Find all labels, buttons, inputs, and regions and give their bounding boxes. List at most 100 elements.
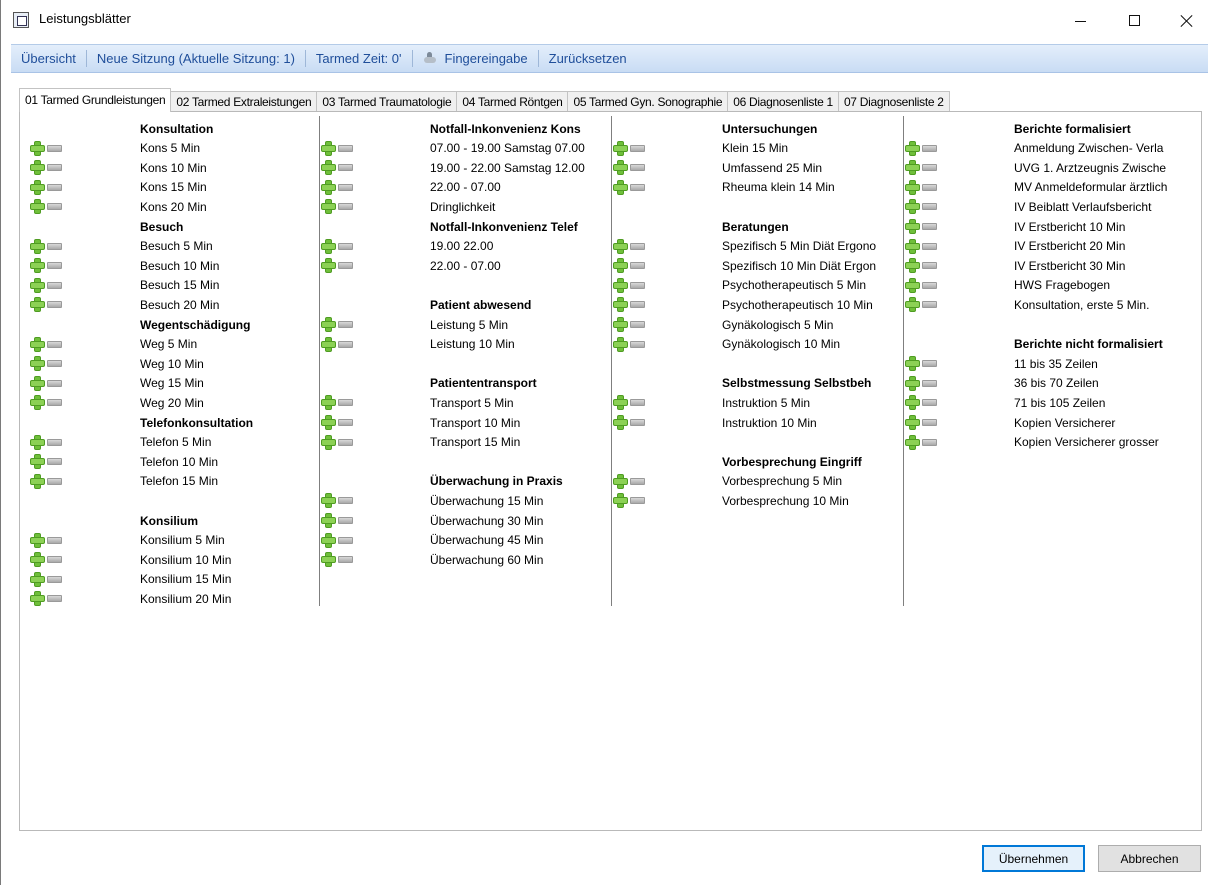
remove-minus-icon[interactable] [47, 458, 62, 466]
remove-minus-icon[interactable] [338, 144, 353, 152]
add-plus-icon[interactable] [30, 376, 45, 391]
remove-minus-icon[interactable] [922, 164, 937, 172]
remove-minus-icon[interactable] [47, 360, 62, 368]
remove-minus-icon[interactable] [630, 164, 645, 172]
add-plus-icon[interactable] [30, 552, 45, 567]
add-plus-icon[interactable] [613, 337, 628, 352]
add-plus-icon[interactable] [905, 258, 920, 273]
add-plus-icon[interactable] [905, 376, 920, 391]
remove-minus-icon[interactable] [338, 242, 353, 250]
remove-minus-icon[interactable] [922, 223, 937, 230]
add-plus-icon[interactable] [30, 180, 45, 195]
remove-minus-icon[interactable] [338, 262, 353, 270]
add-plus-icon[interactable] [30, 141, 45, 156]
remove-minus-icon[interactable] [630, 399, 645, 407]
add-plus-icon[interactable] [321, 180, 336, 195]
add-plus-icon[interactable] [613, 317, 628, 332]
remove-minus-icon[interactable] [47, 477, 62, 485]
remove-minus-icon[interactable] [47, 242, 62, 250]
add-plus-icon[interactable] [321, 415, 336, 430]
add-plus-icon[interactable] [905, 278, 920, 293]
remove-minus-icon[interactable] [922, 438, 937, 446]
add-plus-icon[interactable] [905, 435, 920, 450]
add-plus-icon[interactable] [321, 258, 336, 273]
remove-minus-icon[interactable] [630, 301, 645, 309]
add-plus-icon[interactable] [905, 160, 920, 175]
remove-minus-icon[interactable] [47, 379, 62, 387]
add-plus-icon[interactable] [613, 258, 628, 273]
remove-minus-icon[interactable] [47, 438, 62, 446]
remove-minus-icon[interactable] [630, 144, 645, 152]
remove-minus-icon[interactable] [338, 536, 353, 544]
remove-minus-icon[interactable] [47, 536, 62, 544]
add-plus-icon[interactable] [905, 239, 920, 254]
add-plus-icon[interactable] [30, 591, 45, 606]
remove-minus-icon[interactable] [47, 164, 62, 172]
remove-minus-icon[interactable] [47, 301, 62, 309]
remove-minus-icon[interactable] [922, 203, 937, 211]
remove-minus-icon[interactable] [338, 556, 353, 564]
tab-4[interactable]: 04 Tarmed Röntgen [456, 91, 569, 112]
remove-minus-icon[interactable] [47, 575, 62, 583]
maximize-button[interactable] [1111, 0, 1157, 40]
remove-minus-icon[interactable] [630, 242, 645, 250]
add-plus-icon[interactable] [30, 395, 45, 410]
remove-minus-icon[interactable] [630, 477, 645, 485]
add-plus-icon[interactable] [30, 454, 45, 469]
remove-minus-icon[interactable] [922, 399, 937, 407]
close-button[interactable] [1163, 0, 1208, 40]
remove-minus-icon[interactable] [47, 399, 62, 407]
add-plus-icon[interactable] [905, 297, 920, 312]
reset-link[interactable]: Zurücksetzen [539, 51, 637, 66]
add-plus-icon[interactable] [905, 141, 920, 156]
add-plus-icon[interactable] [30, 435, 45, 450]
add-plus-icon[interactable] [30, 533, 45, 548]
add-plus-icon[interactable] [321, 141, 336, 156]
remove-minus-icon[interactable] [630, 497, 645, 505]
tab-6[interactable]: 06 Diagnosenliste 1 [727, 91, 839, 112]
remove-minus-icon[interactable] [47, 262, 62, 270]
remove-minus-icon[interactable] [47, 340, 62, 348]
add-plus-icon[interactable] [321, 493, 336, 508]
remove-minus-icon[interactable] [922, 262, 937, 270]
remove-minus-icon[interactable] [338, 438, 353, 446]
remove-minus-icon[interactable] [922, 281, 937, 289]
tab-1[interactable]: 01 Tarmed Grundleistungen [19, 88, 172, 112]
add-plus-icon[interactable] [905, 199, 920, 214]
add-plus-icon[interactable] [905, 219, 920, 234]
cancel-button[interactable]: Abbrechen [1098, 845, 1201, 872]
remove-minus-icon[interactable] [630, 281, 645, 289]
remove-minus-icon[interactable] [338, 340, 353, 348]
add-plus-icon[interactable] [613, 297, 628, 312]
overview-link[interactable]: Übersicht [11, 51, 86, 66]
add-plus-icon[interactable] [321, 239, 336, 254]
add-plus-icon[interactable] [30, 278, 45, 293]
remove-minus-icon[interactable] [47, 556, 62, 564]
remove-minus-icon[interactable] [338, 497, 353, 505]
remove-minus-icon[interactable] [922, 144, 937, 152]
add-plus-icon[interactable] [30, 297, 45, 312]
remove-minus-icon[interactable] [338, 399, 353, 407]
add-plus-icon[interactable] [30, 258, 45, 273]
add-plus-icon[interactable] [905, 415, 920, 430]
add-plus-icon[interactable] [613, 415, 628, 430]
tab-3[interactable]: 03 Tarmed Traumatologie [316, 91, 458, 112]
add-plus-icon[interactable] [30, 199, 45, 214]
minimize-button[interactable] [1057, 0, 1103, 40]
add-plus-icon[interactable] [321, 533, 336, 548]
add-plus-icon[interactable] [613, 239, 628, 254]
add-plus-icon[interactable] [321, 513, 336, 528]
remove-minus-icon[interactable] [630, 262, 645, 270]
remove-minus-icon[interactable] [338, 419, 353, 426]
tab-2[interactable]: 02 Tarmed Extraleistungen [170, 91, 318, 112]
add-plus-icon[interactable] [905, 356, 920, 371]
add-plus-icon[interactable] [321, 552, 336, 567]
add-plus-icon[interactable] [613, 278, 628, 293]
add-plus-icon[interactable] [321, 160, 336, 175]
remove-minus-icon[interactable] [47, 183, 62, 191]
remove-minus-icon[interactable] [47, 203, 62, 211]
tab-5[interactable]: 05 Tarmed Gyn. Sonographie [567, 91, 729, 112]
add-plus-icon[interactable] [321, 395, 336, 410]
add-plus-icon[interactable] [613, 395, 628, 410]
add-plus-icon[interactable] [613, 160, 628, 175]
